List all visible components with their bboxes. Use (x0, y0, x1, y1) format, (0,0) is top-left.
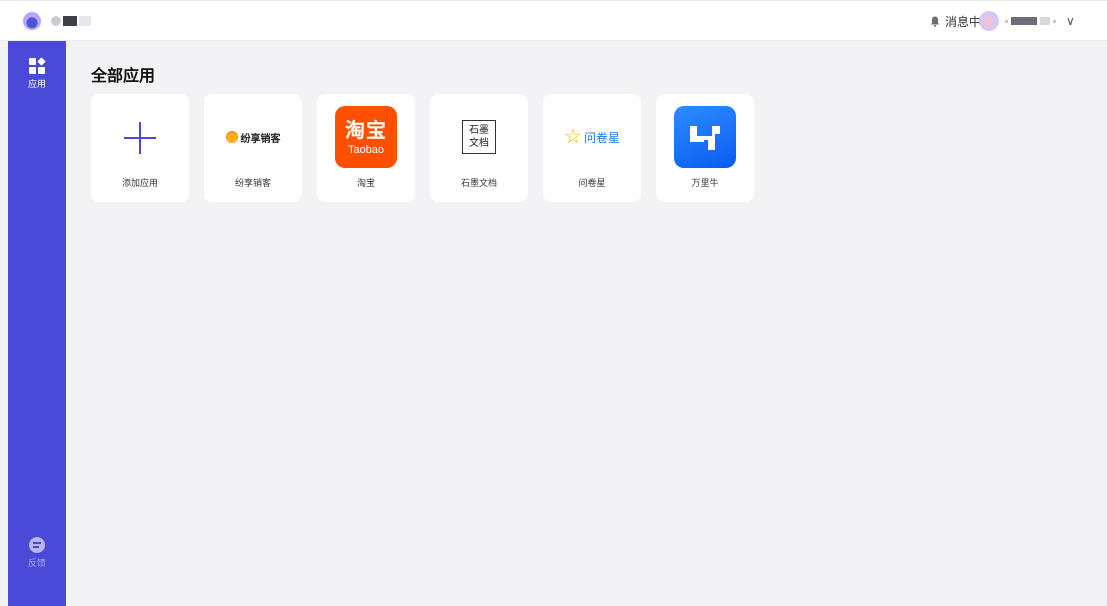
wanliniu-logo-icon (674, 106, 736, 168)
bell-icon (930, 16, 940, 27)
app-card-label: 万里牛 (691, 178, 719, 188)
app-card-label: 淘宝 (356, 178, 375, 188)
shimo-logo-text: 石墨 文档 (462, 120, 496, 154)
user-menu[interactable]: ∨ (979, 11, 1075, 31)
brand-name-redacted (51, 16, 91, 26)
page-title: 全部应用 (91, 68, 156, 85)
wenjuanxing-logo-icon: ☆ 问卷星 (561, 106, 623, 168)
app-card-wenjuanxing[interactable]: ☆ 问卷星 问卷星 (543, 94, 641, 202)
star-icon: ☆ (564, 126, 582, 148)
sidebar-item-label: 反馈 (27, 558, 46, 568)
app-card-wanliniu[interactable]: 万里牛 (656, 94, 754, 202)
taobao-logo-subtext: Taobao (347, 144, 385, 156)
apps-grid-icon (29, 57, 46, 74)
plus-icon (109, 106, 171, 168)
avatar[interactable] (979, 11, 999, 31)
sidebar-item-apps[interactable]: 应用 (8, 57, 66, 90)
app-card-fenxiang[interactable]: 纷享销客 纷享销客 (204, 94, 302, 202)
sidebar: 应用 反馈 (8, 41, 66, 606)
chevron-down-icon[interactable]: ∨ (1066, 14, 1075, 28)
sidebar-item-label: 应用 (27, 79, 46, 89)
wenjuanxing-logo-text: 问卷星 (583, 130, 620, 145)
shimo-logo-icon: 石墨 文档 (448, 106, 510, 168)
fenxiang-logo-text: 纷享销客 (240, 133, 281, 145)
app-card-add[interactable]: 添加应用 (91, 94, 189, 202)
app-card-label: 纷享销客 (234, 178, 271, 188)
fenxiang-logo-icon: 纷享销客 (222, 106, 284, 168)
app-card-taobao[interactable]: 淘宝 Taobao 淘宝 (317, 94, 415, 202)
sidebar-item-feedback[interactable]: 反馈 (8, 537, 66, 569)
feedback-icon (29, 537, 45, 553)
app-logo-icon[interactable] (23, 12, 41, 30)
app-card-shimo[interactable]: 石墨 文档 石墨文档 (430, 94, 528, 202)
taobao-logo-text: 淘宝 (345, 120, 387, 142)
top-bar: 消息中心 ∨ (0, 0, 1107, 41)
taobao-logo-icon: 淘宝 Taobao (335, 106, 397, 168)
app-grid: 添加应用 纷享销客 纷享销客 淘宝 Taobao 淘宝 石墨 文档 石墨文档 ☆ … (91, 94, 754, 202)
app-card-label: 石墨文档 (460, 178, 497, 188)
app-card-label: 添加应用 (121, 178, 158, 188)
app-card-label: 问卷星 (578, 178, 606, 188)
user-name-redacted (1005, 17, 1056, 25)
